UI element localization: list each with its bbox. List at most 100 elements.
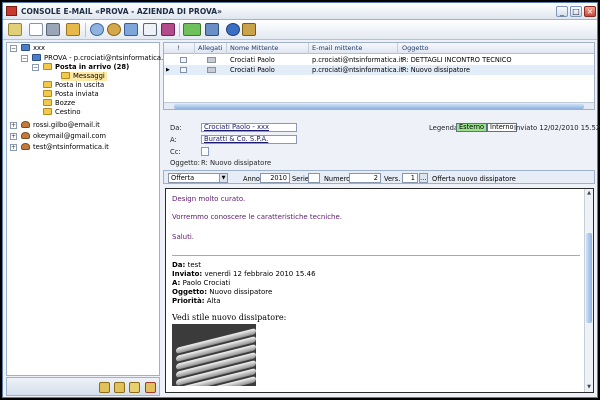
new-folder-icon[interactable] <box>8 23 22 36</box>
message-list-header: ! Allegati Nome Mittente E-mail mittente… <box>164 43 594 54</box>
scroll-thumb[interactable] <box>174 104 584 109</box>
series-field[interactable] <box>308 173 320 183</box>
accounts-icon <box>21 44 30 51</box>
series-label: Serie <box>292 175 309 183</box>
table-row[interactable]: Crociati Paolo p.crociati@ntsinformatica… <box>164 55 594 65</box>
scroll-thumb[interactable] <box>586 233 592 323</box>
account-icon <box>32 54 41 61</box>
delete-folder-icon[interactable] <box>145 382 156 393</box>
move-icon[interactable] <box>66 23 80 36</box>
tree-account[interactable]: PROVA - p.crociati@ntsinformatica.it <box>32 54 168 63</box>
quote-subject-value: Nuovo dissipatore <box>209 288 273 296</box>
forward-icon[interactable] <box>124 23 138 36</box>
message-list: ! Allegati Nome Mittente E-mail mittente… <box>163 42 595 110</box>
document-link-bar: Offerta ▼ Anno 2010 Serie Numero 2 Vers. … <box>163 170 595 184</box>
quote-from-label: Da: <box>172 261 186 269</box>
row-sender: Crociati Paolo <box>230 56 275 64</box>
folder-tree: − xxx − PROVA - p.crociati@ntsinformatic… <box>6 42 168 376</box>
tree-outbox[interactable]: Posta in uscita <box>43 81 104 90</box>
legend-external-badge: Esterno <box>456 123 488 132</box>
expand-account-4[interactable]: + <box>10 144 17 151</box>
cc-field[interactable] <box>201 147 209 156</box>
scroll-down-icon[interactable]: ▼ <box>586 384 592 391</box>
folder-open-icon <box>61 72 70 79</box>
expand-root[interactable]: − <box>10 45 17 52</box>
tree-account-3[interactable]: okeymail@gmail.com <box>21 132 106 141</box>
rename-folder-icon[interactable] <box>114 382 125 393</box>
expand-account-3[interactable]: + <box>10 133 17 140</box>
to-field[interactable]: Buratti & Co. S.P.A. <box>201 135 297 144</box>
folder-properties-icon[interactable] <box>129 382 140 393</box>
scroll-up-icon[interactable]: ▲ <box>586 190 592 197</box>
col-attachments[interactable]: Allegati <box>198 44 223 52</box>
col-sender-name[interactable]: Nome Mittente <box>230 44 278 52</box>
number-field[interactable]: 2 <box>349 173 381 183</box>
print-icon[interactable] <box>143 23 157 36</box>
doc-description: Offerta nuovo dissipatore <box>432 175 516 183</box>
new-message-icon[interactable] <box>29 23 43 36</box>
message-body[interactable]: Design molto curato. Vorremmo conoscere … <box>165 188 594 393</box>
minimize-button[interactable]: _ <box>556 6 568 17</box>
col-sender-email[interactable]: E-mail mittente <box>312 44 362 52</box>
drafts-folder-icon <box>43 99 52 106</box>
body-line: Vorremmo conoscere le caratteristiche te… <box>172 213 343 221</box>
close-button[interactable]: × <box>584 6 596 17</box>
row-subject: R: DETTAGLI INCONTRO TECNICO <box>402 56 512 64</box>
address-book-icon[interactable] <box>161 23 175 36</box>
tree-account-4[interactable]: test@ntsinformatica.it <box>21 143 109 152</box>
account-icon <box>21 143 30 150</box>
tree-account-4-label: test@ntsinformatica.it <box>33 143 109 151</box>
lookup-button[interactable]: … <box>419 173 428 183</box>
folder-icon <box>43 90 52 97</box>
window-title: CONSOLE E-MAIL «PROVA - AZIENDA DI PROVA… <box>21 7 222 16</box>
col-subject[interactable]: Oggetto <box>402 44 428 52</box>
year-label: Anno <box>243 175 260 183</box>
tree-sent[interactable]: Posta inviata <box>43 90 99 99</box>
tree-account-2[interactable]: rossi.gilbo@email.it <box>21 121 100 130</box>
exit-icon[interactable] <box>242 23 256 36</box>
delete-icon[interactable] <box>46 23 60 36</box>
body-vertical-scrollbar[interactable]: ▲ ▼ <box>584 189 593 392</box>
tree-drafts[interactable]: Bozze <box>43 99 75 108</box>
tree-inbox[interactable]: Posta in arrivo (28) <box>43 63 129 72</box>
priority-flag <box>180 67 187 73</box>
body-line: Design molto curato. <box>172 195 246 203</box>
expand-account[interactable]: − <box>21 55 28 62</box>
send-receive-icon[interactable] <box>90 23 104 36</box>
tree-messages[interactable]: Messaggi <box>61 72 107 81</box>
quote-priority-value: Alta <box>206 297 221 305</box>
table-row-selected[interactable]: ▶ Crociati Paolo p.crociati@ntsinformati… <box>164 65 594 75</box>
quote-divider <box>172 255 580 256</box>
body-line: Saluti. <box>172 233 195 241</box>
col-priority[interactable]: ! <box>177 44 180 52</box>
doc-type-value: Offerta <box>171 174 195 182</box>
version-label: Vers. <box>384 175 401 183</box>
quote-to-value: Paolo Crociati <box>182 279 231 287</box>
trash-folder-icon <box>43 108 52 115</box>
help-icon[interactable] <box>226 23 240 36</box>
tree-sent-label: Posta inviata <box>55 90 99 98</box>
tree-account-2-label: rossi.gilbo@email.it <box>33 121 100 129</box>
tree-trash[interactable]: Cestino <box>43 108 81 117</box>
tree-account-label: PROVA - p.crociati@ntsinformatica.it <box>44 54 168 62</box>
from-field[interactable]: Crociati Paolo - xxx <box>201 123 297 132</box>
subject-label: Oggetto: <box>170 159 200 167</box>
new-folder-icon[interactable] <box>99 382 110 393</box>
quote-sent-label: Inviato: <box>172 270 203 278</box>
expand-inbox[interactable]: − <box>32 64 39 71</box>
doc-type-select[interactable]: Offerta ▼ <box>168 173 228 183</box>
monitor-icon[interactable] <box>205 23 219 36</box>
tree-root[interactable]: xxx <box>21 44 45 53</box>
year-field[interactable]: 2010 <box>260 173 290 183</box>
view-options-icon[interactable] <box>183 23 201 36</box>
quote-sent-value: venerdì 12 febbraio 2010 15.46 <box>204 270 316 278</box>
maximize-button[interactable]: □ <box>570 6 582 17</box>
version-field[interactable]: 1 <box>402 173 418 183</box>
reply-icon[interactable] <box>107 23 121 36</box>
legend-internal-badge: Interno <box>487 123 517 132</box>
list-horizontal-scrollbar[interactable] <box>164 102 594 109</box>
expand-account-2[interactable]: + <box>10 122 17 129</box>
subject-value: R: Nuovo dissipatore <box>201 159 272 167</box>
mail-app-icon <box>6 6 17 16</box>
account-icon <box>21 121 30 128</box>
